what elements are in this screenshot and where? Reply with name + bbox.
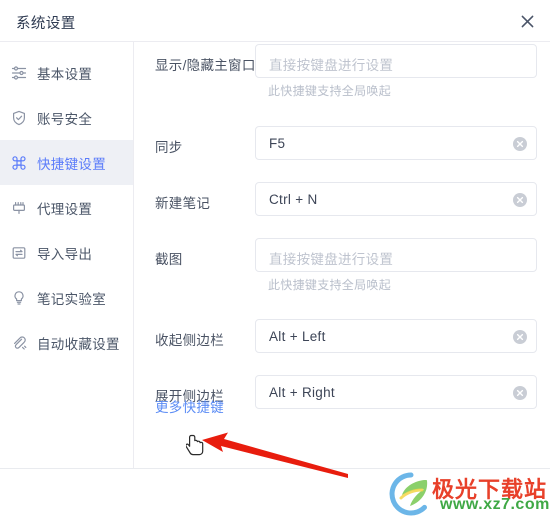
clear-icon[interactable] (513, 137, 527, 151)
input-value: F5 (269, 136, 286, 151)
sidebar-item-auto-favorite-settings[interactable]: 自动收藏设置 (0, 320, 133, 365)
clear-icon[interactable] (513, 386, 527, 400)
page-title: 系统设置 (16, 16, 76, 32)
shortcut-input-sync[interactable]: F5 (255, 126, 537, 160)
input-placeholder: 直接按键盘进行设置 (269, 252, 394, 267)
sidebar-item-label: 代理设置 (37, 201, 93, 217)
shortcut-input-collapse-sidebar[interactable]: Alt + Left (255, 319, 537, 353)
input-value: Ctrl + N (269, 192, 318, 207)
dialog-body: 基本设置 账号安全 快捷键设置 代理设置 导入导出 笔记实验室 自动收藏设置 显… (0, 42, 550, 468)
import-export-icon (9, 243, 29, 263)
clear-icon[interactable] (513, 193, 527, 207)
sliders-icon (9, 63, 29, 83)
shield-check-icon (9, 108, 29, 128)
close-button[interactable] (512, 6, 542, 36)
shortcut-input-new-note[interactable]: Ctrl + N (255, 182, 537, 216)
settings-sidebar: 基本设置 账号安全 快捷键设置 代理设置 导入导出 笔记实验室 自动收藏设置 (0, 42, 134, 468)
system-settings-dialog: 系统设置 基本设置 账号安全 快捷键设置 代理设置 导入导出 笔记实验室 自动收… (0, 0, 550, 469)
field-hint: 此快捷键支持全局唤起 (268, 278, 392, 292)
watermark-brand: 极光下载站 (432, 477, 548, 502)
sidebar-item-label: 快捷键设置 (37, 156, 106, 172)
network-plug-icon (9, 198, 29, 218)
input-placeholder: 直接按键盘进行设置 (269, 58, 394, 73)
shortcut-input-screenshot[interactable]: 直接按键盘进行设置 (255, 238, 537, 272)
shortcut-input-expand-sidebar[interactable]: Alt + Right (255, 375, 537, 409)
sidebar-item-label: 导入导出 (37, 246, 93, 262)
sidebar-item-basic-settings[interactable]: 基本设置 (0, 50, 133, 95)
clear-icon[interactable] (513, 330, 527, 344)
sidebar-item-label: 笔记实验室 (37, 291, 106, 307)
watermark-logo: 极光下载站 www.xz7.com (388, 470, 550, 522)
sidebar-item-import-export[interactable]: 导入导出 (0, 230, 133, 275)
field-hint: 此快捷键支持全局唤起 (268, 84, 392, 98)
input-value: Alt + Left (269, 329, 326, 344)
paperclip-pen-icon (9, 333, 29, 353)
field-label: 同步 (155, 140, 183, 155)
field-label: 显示/隐藏主窗口 (155, 58, 256, 73)
screenshot-root: 系统设置 基本设置 账号安全 快捷键设置 代理设置 导入导出 笔记实验室 自动收… (0, 0, 550, 524)
sidebar-item-label: 账号安全 (37, 111, 93, 127)
shortcut-input-show-hide-main-window[interactable]: 直接按键盘进行设置 (255, 44, 537, 78)
keyboard-command-icon (9, 153, 29, 173)
sidebar-item-label: 基本设置 (37, 66, 93, 82)
field-label: 新建笔记 (155, 196, 211, 211)
sidebar-item-proxy-settings[interactable]: 代理设置 (0, 185, 133, 230)
more-shortcuts-link[interactable]: 更多快捷键 (155, 396, 224, 416)
field-label: 截图 (155, 252, 183, 267)
sidebar-item-shortcut-settings[interactable]: 快捷键设置 (0, 140, 133, 185)
sidebar-item-note-lab[interactable]: 笔记实验室 (0, 275, 133, 320)
close-icon (521, 15, 533, 27)
input-value: Alt + Right (269, 385, 335, 400)
sidebar-item-account-security[interactable]: 账号安全 (0, 95, 133, 140)
dialog-titlebar: 系统设置 (0, 0, 550, 42)
field-label: 收起侧边栏 (155, 333, 224, 348)
aurora-logo-icon (389, 472, 428, 516)
lightbulb-icon (9, 288, 29, 308)
sidebar-item-label: 自动收藏设置 (37, 336, 120, 352)
watermark-url: www.xz7.com (440, 496, 550, 513)
